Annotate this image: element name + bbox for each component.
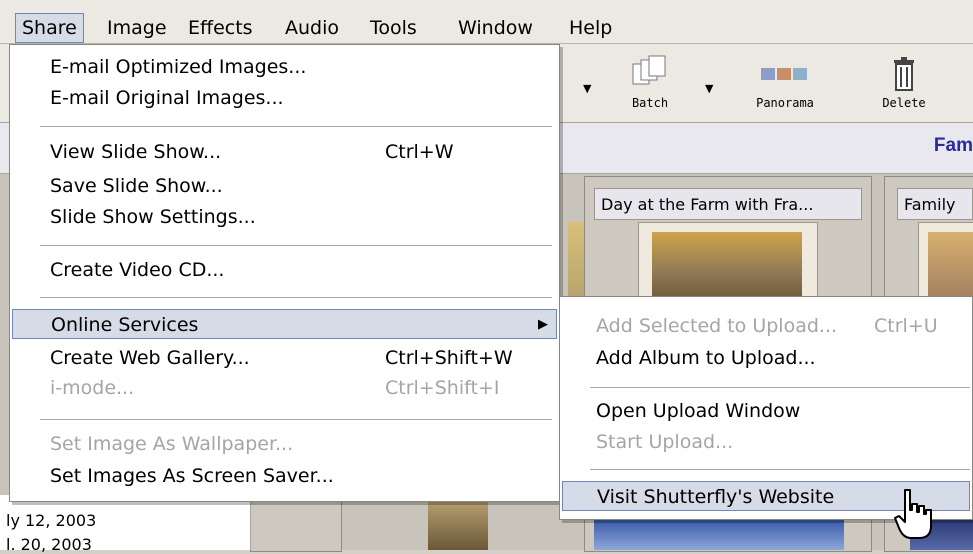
panorama-button[interactable]: Panorama [745, 54, 825, 118]
hand-cursor-icon [894, 489, 932, 539]
menu-item-label: Online Services [51, 314, 199, 336]
menu-item-label: E-mail Original Images... [50, 87, 284, 109]
menu-item-add-album-to-upload[interactable]: Add Album to Upload... [560, 343, 972, 373]
menu-item-add-selected-to-upload[interactable]: Add Selected to Upload... Ctrl+U [560, 311, 972, 341]
batch-icon [632, 55, 666, 85]
menu-item-email-optimized[interactable]: E-mail Optimized Images... [10, 52, 559, 82]
date-entry[interactable]: l. 20, 2003 [6, 535, 92, 554]
menu-item-set-screensaver[interactable]: Set Images As Screen Saver... [10, 461, 559, 491]
menu-item-label: Save Slide Show... [50, 175, 223, 197]
menu-item-shortcut: Ctrl+Shift+I [385, 377, 500, 399]
menu-item-label: Create Web Gallery... [50, 347, 250, 369]
date-list: ly 12, 2003 l. 20, 2003 [0, 495, 251, 554]
share-menu: E-mail Optimized Images... E-mail Origin… [9, 44, 560, 502]
date-entry[interactable]: ly 12, 2003 [6, 511, 96, 530]
dropdown-arrow-icon[interactable]: ▼ [583, 82, 591, 95]
menu-separator [590, 387, 970, 388]
menu-help[interactable]: Help [563, 13, 618, 43]
family-photo[interactable] [928, 232, 973, 300]
dropdown-arrow-icon[interactable]: ▼ [705, 82, 713, 95]
menu-audio[interactable]: Audio [279, 13, 345, 43]
menu-item-start-upload[interactable]: Start Upload... [560, 427, 972, 457]
menu-item-label: View Slide Show... [50, 141, 222, 163]
menu-effects[interactable]: Effects [182, 13, 259, 43]
photo-thumbnail[interactable] [594, 520, 844, 550]
menu-item-email-original[interactable]: E-mail Original Images... [10, 83, 559, 113]
menu-item-shortcut: Ctrl+W [385, 141, 454, 163]
menu-item-online-services[interactable]: Online Services ▶ [12, 309, 557, 339]
photo-thumbnail[interactable] [428, 500, 488, 550]
thumbnail-caption: Family [897, 188, 973, 220]
menu-item-label: Start Upload... [596, 431, 734, 453]
delete-button[interactable]: Delete [864, 54, 944, 118]
menu-tools[interactable]: Tools [364, 13, 423, 43]
menu-separator [40, 419, 552, 420]
menu-item-label: Set Image As Wallpaper... [50, 433, 294, 455]
menu-item-label: Visit Shutterfly's Website [597, 486, 835, 508]
photo-edge [568, 222, 584, 300]
batch-button[interactable]: Batch [610, 54, 690, 118]
album-title: Fam [933, 135, 973, 156]
delete-label: Delete [882, 96, 926, 110]
menu-item-create-web-gallery[interactable]: Create Web Gallery... Ctrl+Shift+W [10, 343, 559, 373]
menu-item-label: Open Upload Window [596, 400, 801, 422]
menu-item-open-upload-window[interactable]: Open Upload Window [560, 396, 972, 426]
menu-item-label: i-mode... [50, 377, 135, 399]
menu-item-shortcut: Ctrl+U [874, 315, 938, 337]
thumbnail-caption: Day at the Farm with Fra... [594, 188, 862, 220]
batch-label: Batch [631, 96, 669, 110]
menu-separator [40, 297, 552, 298]
menu-item-label: Set Images As Screen Saver... [50, 465, 334, 487]
menu-item-shortcut: Ctrl+Shift+W [385, 347, 513, 369]
menu-item-view-slide-show[interactable]: View Slide Show... Ctrl+W [10, 137, 559, 167]
menu-separator [40, 126, 552, 127]
menu-item-create-video-cd[interactable]: Create Video CD... [10, 255, 559, 285]
menu-separator [590, 469, 970, 470]
menu-item-save-slide-show[interactable]: Save Slide Show... [10, 171, 559, 201]
menu-item-imode[interactable]: i-mode... Ctrl+Shift+I [10, 373, 559, 403]
menu-item-set-wallpaper[interactable]: Set Image As Wallpaper... [10, 429, 559, 459]
menu-item-label: E-mail Optimized Images... [50, 56, 307, 78]
menu-image[interactable]: Image [101, 13, 173, 43]
menu-item-slide-show-settings[interactable]: Slide Show Settings... [10, 202, 559, 232]
menu-window[interactable]: Window [452, 13, 539, 43]
family-photo[interactable] [652, 232, 802, 300]
panorama-label: Panorama [756, 96, 814, 110]
panorama-icon [761, 68, 807, 80]
trash-icon [894, 57, 914, 91]
menu-share[interactable]: Share [15, 13, 84, 43]
menu-item-label: Slide Show Settings... [50, 206, 256, 228]
menu-separator [40, 245, 552, 246]
menu-item-label: Add Selected to Upload... [596, 315, 838, 337]
menu-item-label: Add Album to Upload... [596, 347, 816, 369]
submenu-arrow-icon: ▶ [538, 317, 548, 332]
menu-item-label: Create Video CD... [50, 259, 225, 281]
